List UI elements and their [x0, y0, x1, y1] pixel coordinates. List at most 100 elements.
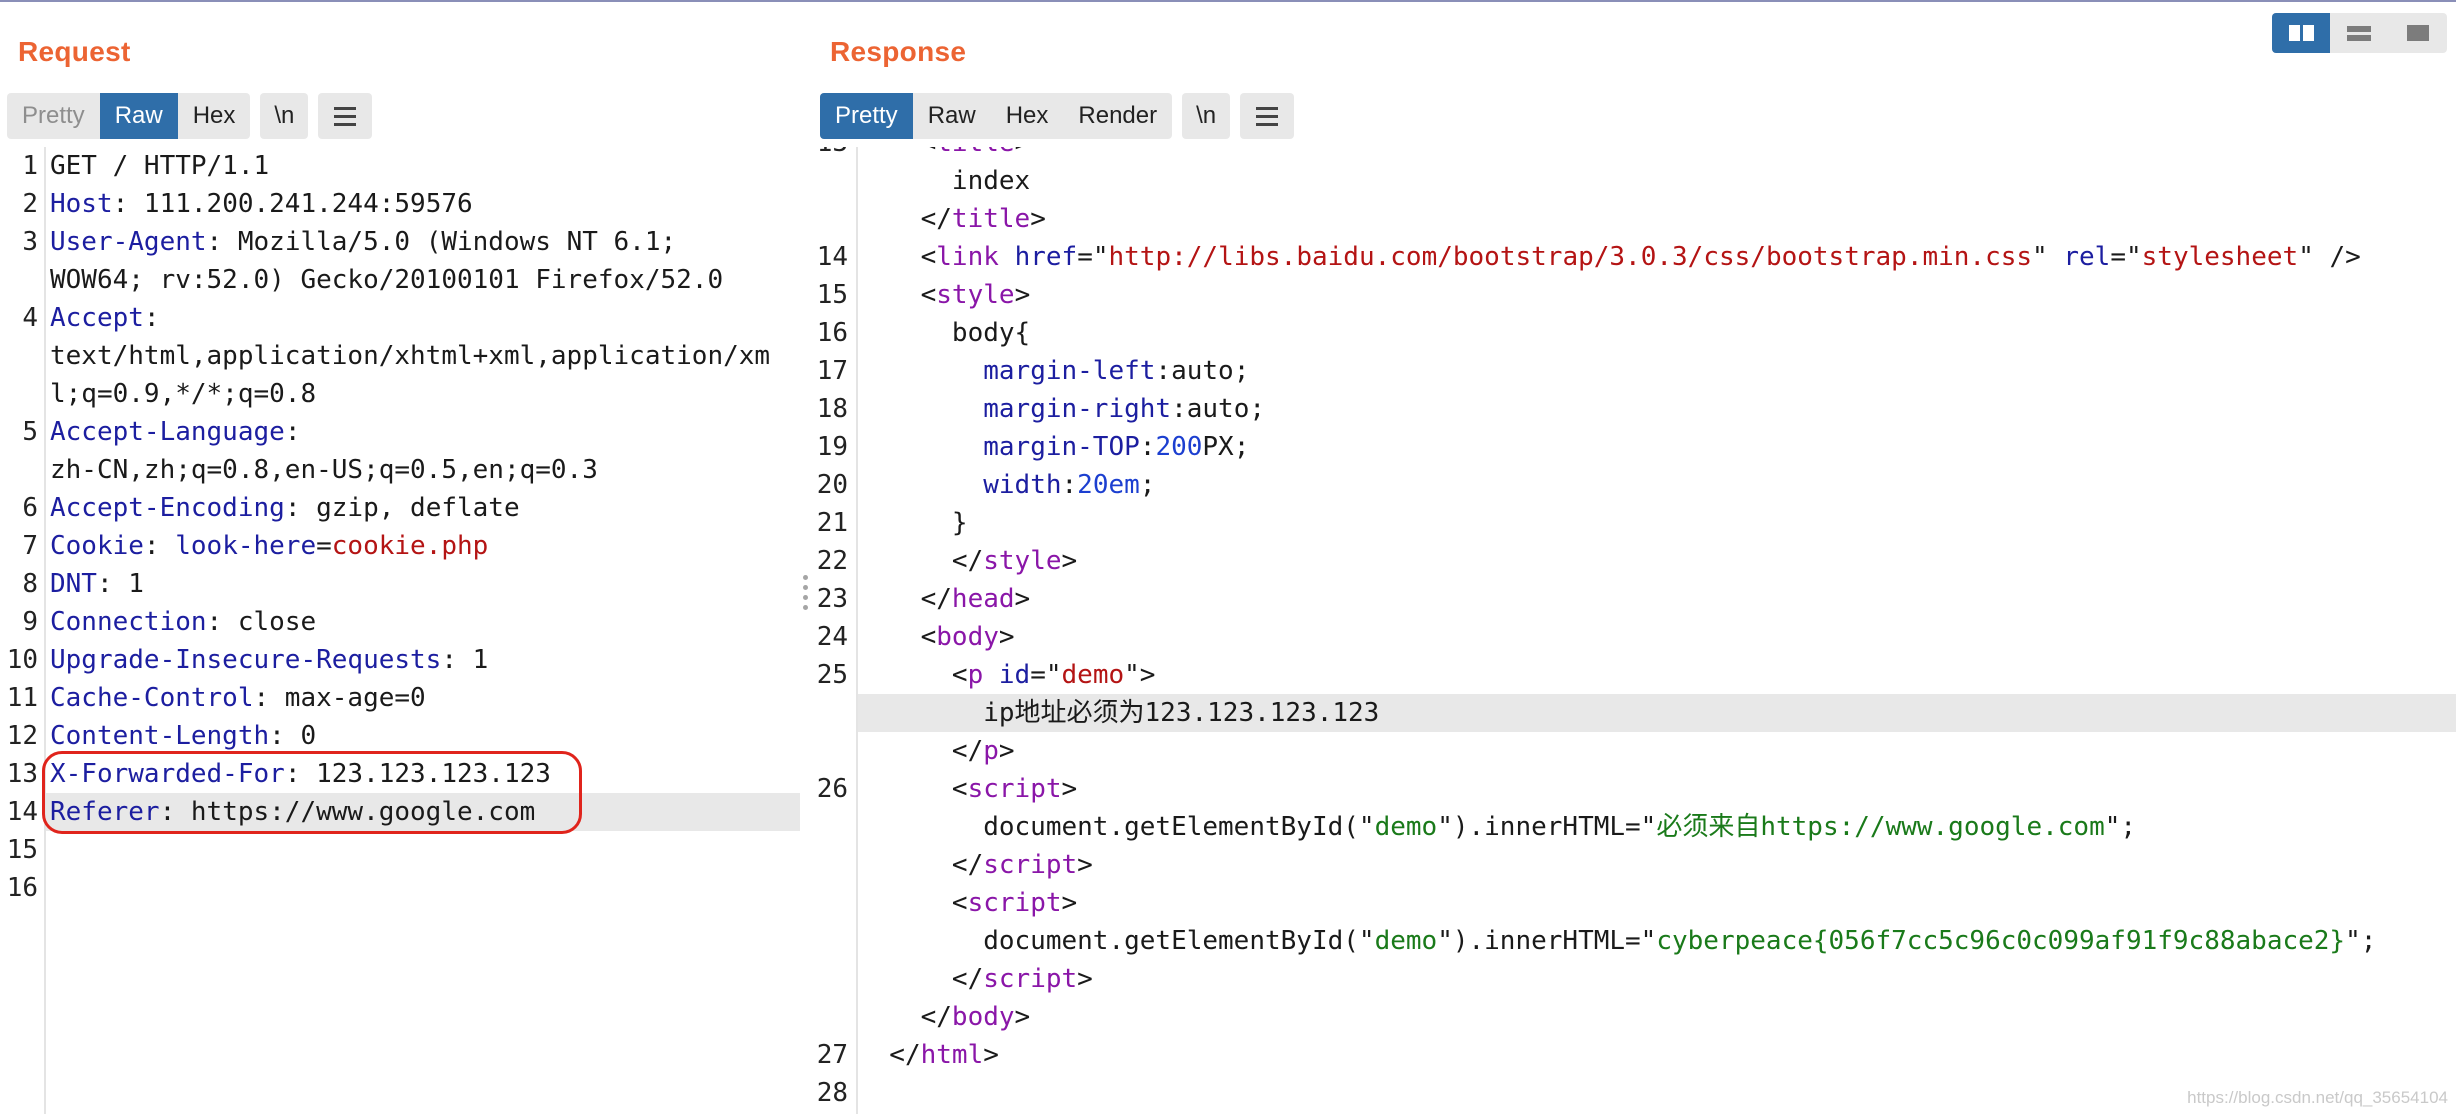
request-tab-hex[interactable]: Hex [178, 93, 251, 139]
code-token: =" [1030, 660, 1062, 690]
response-code-line: </p> [816, 732, 2456, 770]
split-horizontal-icon[interactable] [2272, 13, 2331, 53]
drag-handle-icon[interactable] [803, 575, 808, 610]
response-tab-hex[interactable]: Hex [991, 93, 1064, 139]
code-token: script [983, 964, 1078, 994]
line-text: Accept-Encoding: gzip, deflate [50, 489, 520, 527]
response-tab-raw[interactable]: Raw [913, 93, 991, 139]
code-token: < [858, 774, 968, 804]
request-title: Request [18, 36, 131, 67]
code-token: http://libs.baidu.com/bootstrap/3.0.3/cs… [1108, 242, 2033, 272]
line-text: Host: 111.200.241.244:59576 [50, 185, 473, 223]
line-number: 11 [6, 683, 38, 713]
line-text: <link href="http://libs.baidu.com/bootst… [858, 238, 2361, 276]
code-token: margin-right [983, 394, 1172, 424]
code-token: : [284, 417, 301, 447]
pane-divider[interactable] [800, 2, 816, 1114]
code-token: > [1077, 850, 1093, 880]
code-token: width [983, 470, 1062, 500]
line-number: 17 [816, 356, 848, 386]
code-token: Upgrade-Insecure-Requests [50, 645, 442, 675]
request-menu-icon[interactable] [318, 93, 373, 139]
code-token: " [2032, 242, 2064, 272]
code-token: 20em [1077, 470, 1140, 500]
response-code-line: 27 </html> [816, 1036, 2456, 1074]
request-code-line: text/html,application/xhtml+xml,applicat… [0, 337, 800, 375]
code-token: href [1014, 242, 1078, 272]
line-number: 12 [6, 721, 38, 751]
line-text: text/html,application/xhtml+xml,applicat… [50, 337, 770, 375]
code-token: GET / HTTP/1.1 [50, 151, 270, 181]
code-token: : max-age=0 [253, 683, 426, 713]
line-text: Accept-Language: [50, 413, 300, 451]
code-token: body [951, 1002, 1015, 1032]
request-tab-pretty[interactable]: Pretty [7, 93, 100, 139]
response-tab-render[interactable]: Render [1063, 93, 1172, 139]
code-token: : gzip, deflate [284, 493, 520, 523]
code-token: script [967, 888, 1062, 918]
request-code-line: l;q=0.9,*/*;q=0.8 [0, 375, 800, 413]
request-newline-toggle[interactable]: \n [260, 93, 309, 139]
code-token: ip地址必须为123.123.123.123 [858, 698, 1380, 728]
response-code-line: 13 <title> [816, 147, 2456, 162]
line-text: <body> [858, 618, 1015, 656]
line-text: Upgrade-Insecure-Requests: 1 [50, 641, 488, 679]
response-view-tabs: Pretty Raw Hex Render \n [820, 93, 1295, 139]
response-code-line: index [816, 162, 2456, 200]
response-newline-toggle[interactable]: \n [1182, 93, 1231, 139]
split-vertical-icon[interactable] [2330, 13, 2388, 53]
layout-toggle [2272, 13, 2447, 53]
response-editor[interactable]: 13 <title> index </ title >14 <link href="… [816, 147, 2456, 1114]
single-pane-icon[interactable] [2389, 13, 2447, 53]
code-token: > [1061, 888, 1078, 918]
line-number: 5 [22, 417, 38, 447]
request-code-line: 9 Connection: close [0, 603, 800, 641]
request-tab-raw[interactable]: Raw [99, 93, 178, 139]
code-token: > [998, 736, 1015, 766]
request-code-line: 8 DNT: 1 [0, 565, 800, 603]
response-code-line: ip地址必须为123.123.123.123 [858, 694, 2456, 732]
code-token: < [858, 147, 937, 158]
response-menu-icon[interactable] [1240, 93, 1295, 139]
line-text: document.getElementById("demo").innerHTM… [858, 808, 2136, 846]
code-token: < [858, 660, 968, 690]
code-token: > [1030, 204, 1046, 234]
response-code-line: 23 </head> [816, 580, 2456, 618]
code-token: > [1014, 1002, 1031, 1032]
watermark: https://blog.csdn.net/qq_35654104 [2187, 1088, 2448, 1107]
request-code-line: 3 User-Agent: Mozilla/5.0 (Windows NT 6.1… [0, 223, 800, 261]
code-token: body [936, 622, 999, 652]
response-code-line: 14 <link href="http://libs.baidu.com/boo… [816, 238, 2456, 276]
code-token: l;q=0.9,*/*;q=0.8 [50, 379, 317, 409]
line-number: 22 [816, 546, 848, 576]
line-text: } [858, 504, 968, 542]
code-token: title [936, 147, 1014, 158]
line-text: Content-Length: 0 [50, 717, 316, 755]
line-number: 15 [6, 835, 38, 865]
line-text: l;q=0.9,*/*;q=0.8 [50, 375, 316, 413]
code-token: text/html,application/xhtml+xml,applicat… [50, 341, 771, 371]
response-code-line: 22 </style> [816, 542, 2456, 580]
line-number: 27 [816, 1040, 848, 1070]
code-token: > [983, 1040, 999, 1070]
code-token: document.getElementById(" [858, 812, 1375, 842]
code-token: id [998, 660, 1031, 690]
request-view-tabs: Pretty Raw Hex \n [7, 93, 373, 139]
code-token: cookie.php [331, 531, 489, 561]
code-token: < [858, 280, 937, 310]
code-token: " /> [2298, 242, 2361, 272]
line-text: Connection: close [50, 603, 316, 641]
code-token: DNT [50, 569, 97, 599]
line-number: 14 [6, 797, 38, 827]
request-code-line: 15 [0, 831, 800, 869]
line-text: DNT: 1 [50, 565, 144, 603]
response-code-line: 25 <p id="demo"> [816, 656, 2456, 694]
response-tab-pretty[interactable]: Pretty [820, 93, 913, 139]
request-editor[interactable]: 1 GET / HTTP/1.1 2 Host: 111.200.241.244:59… [0, 147, 800, 1114]
response-code-line: 17 margin-left:auto; [816, 352, 2456, 390]
code-token: head [951, 584, 1015, 614]
code-token: </ [858, 850, 984, 880]
code-token: Accept-Encoding [50, 493, 285, 523]
